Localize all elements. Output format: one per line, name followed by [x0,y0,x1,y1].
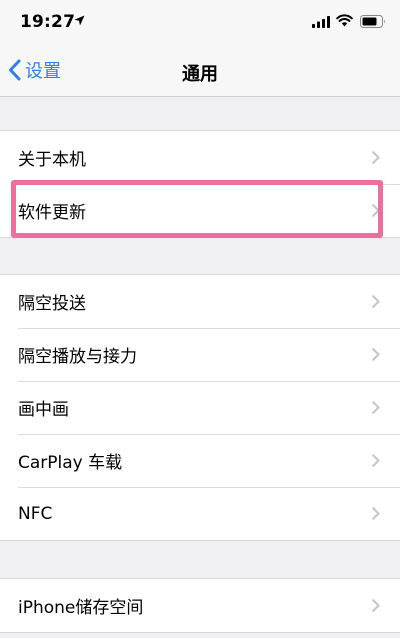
settings-item-software-update[interactable]: 软件更新 [0,184,400,237]
chevron-right-icon [372,599,380,612]
settings-item-about[interactable]: 关于本机 [0,131,400,184]
settings-item-label: 软件更新 [18,203,86,223]
navigation-bar: 设置 通用 [0,44,400,97]
chevron-right-icon [372,204,380,217]
settings-item-picture-in-picture[interactable]: 画中画 [0,381,400,434]
settings-item-label: 画中画 [18,400,69,420]
chevron-right-icon [372,151,380,164]
battery-icon [360,15,385,28]
settings-item-label: 隔空播放与接力 [18,347,137,367]
settings-item-label: NFC [18,503,53,524]
settings-item-label: 关于本机 [18,150,86,170]
settings-item-airplay-handoff[interactable]: 隔空播放与接力 [0,328,400,381]
chevron-right-icon [372,295,380,308]
settings-item-nfc[interactable]: NFC [0,487,400,540]
cellular-signal-icon [312,16,330,28]
settings-item-label: CarPlay 车载 [18,453,123,473]
status-bar: 19:27 [0,0,400,44]
chevron-right-icon [372,348,380,361]
settings-item-label: 隔空投送 [18,294,86,314]
settings-item-label: iPhone储存空间 [18,598,144,618]
page-title: 通用 [182,64,218,85]
settings-group-1: 关于本机 软件更新 [0,130,400,238]
status-time: 19:27 [20,12,76,32]
settings-group-3: iPhone储存空间 [0,578,400,633]
wifi-icon [336,14,353,27]
location-arrow-icon [74,15,85,26]
settings-group-2: 隔空投送 隔空播放与接力 画中画 CarPlay 车载 NFC [0,274,400,541]
chevron-right-icon [372,507,380,520]
chevron-right-icon [372,401,380,414]
chevron-right-icon [372,454,380,467]
settings-item-carplay[interactable]: CarPlay 车载 [0,434,400,487]
settings-item-airdrop[interactable]: 隔空投送 [0,275,400,328]
settings-item-iphone-storage[interactable]: iPhone储存空间 [0,579,400,632]
